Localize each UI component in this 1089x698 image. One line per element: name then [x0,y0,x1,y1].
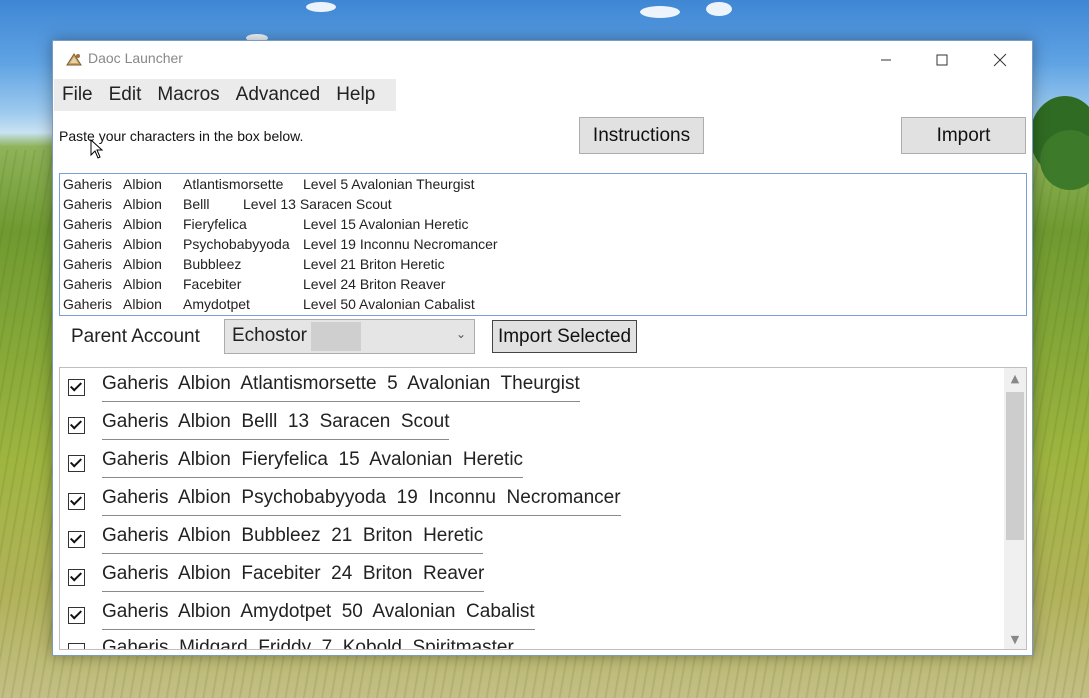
list-item[interactable]: Gaheris Albion Amydotpet 50 Avalonian Ca… [68,596,535,634]
parent-account-dropdown[interactable]: Echostor ⌄ [224,319,475,354]
character-entry: Gaheris Albion Bubbleez 21 Briton Hereti… [102,525,484,554]
character-entry: Gaheris Albion Atlantismorsette 5 Avalon… [102,373,580,402]
vertical-scrollbar[interactable]: ▲ ▼ [1004,368,1026,649]
checkbox-checked[interactable] [68,454,85,472]
checkbox-checked[interactable] [68,378,85,396]
wallpaper-cloud [306,2,336,12]
checkbox-checked[interactable] [68,568,85,586]
redacted-text-block [311,322,361,351]
scroll-down-arrow-icon[interactable]: ▼ [1004,629,1026,649]
checkbox-checked[interactable] [68,530,85,548]
close-button[interactable] [977,41,1023,78]
paste-line: Gaheris Albion Fieryfelica Level 15 Avaloni… [63,216,469,232]
list-item[interactable]: Gaheris Midgard Friddy 7 Kobold Spiritma… [68,632,514,650]
mouse-cursor-icon [90,139,104,159]
menu-edit[interactable]: Edit [101,79,150,111]
import-selected-button[interactable]: Import Selected [492,320,637,353]
scrollbar-thumb[interactable] [1006,392,1024,540]
app-logo-icon [66,53,82,66]
list-item[interactable]: Gaheris Albion Belll 13 Saracen Scout [68,406,450,444]
paste-line: Gaheris Albion Belll Level 13 Saracen Scout [63,196,392,212]
instructions-button[interactable]: Instructions [579,117,704,154]
minimize-button[interactable] [863,41,909,78]
list-item[interactable]: Gaheris Albion Facebiter 24 Briton Reave… [68,558,485,596]
character-entry: Gaheris Albion Psychobabyyoda 19 Inconnu… [102,487,621,516]
paste-textarea[interactable]: Gaheris Albion Atlantismorsette Level 5 Ava… [59,173,1027,316]
menu-bar: File Edit Macros Advanced Help [54,79,396,111]
wallpaper-cloud [640,6,680,18]
character-entry: Gaheris Albion Facebiter 24 Briton Reave… [102,563,485,592]
checkbox-checked[interactable] [68,606,85,624]
paste-line: Gaheris Albion Facebiter Level 24 Briton Re… [63,276,446,292]
scroll-up-arrow-icon[interactable]: ▲ [1004,368,1026,388]
menu-file[interactable]: File [54,79,101,111]
list-item[interactable]: Gaheris Albion Psychobabyyoda 19 Inconnu… [68,482,621,520]
parent-account-label: Parent Account [71,326,200,347]
paste-line: Gaheris Albion Bubbleez Level 21 Briton Her… [63,256,445,272]
app-window: Daoc Launcher File Edit Macros Advanced … [52,40,1033,656]
maximize-icon [936,54,948,65]
list-item[interactable]: Gaheris Albion Bubbleez 21 Briton Hereti… [68,520,484,558]
import-button[interactable]: Import [901,117,1026,154]
checkbox-checked[interactable] [68,492,85,510]
menu-advanced[interactable]: Advanced [228,79,329,111]
list-item[interactable]: Gaheris Albion Fieryfelica 15 Avalonian … [68,444,524,482]
minimize-icon [881,59,891,60]
checkbox[interactable] [68,642,85,649]
title-bar[interactable]: Daoc Launcher [53,41,1032,78]
chevron-down-icon: ⌄ [455,327,466,341]
window-title: Daoc Launcher [88,50,183,66]
list-item[interactable]: Gaheris Albion Atlantismorsette 5 Avalon… [68,368,580,406]
wallpaper-cloud [706,2,732,16]
character-entry: Gaheris Midgard Friddy 7 Kobold Spiritma… [102,637,514,650]
character-entry: Gaheris Albion Amydotpet 50 Avalonian Ca… [102,601,535,630]
paste-line: Gaheris Albion Atlantismorsette Level 5 Ava… [63,176,475,192]
paste-line: Gaheris Albion Psychobabyyoda Level 19 Inco… [63,236,498,252]
menu-help[interactable]: Help [328,79,383,111]
checkbox-checked[interactable] [68,416,85,434]
paste-line: Gaheris Albion Amydotpet Level 50 Avalonian… [63,296,475,312]
close-icon [993,53,1007,66]
character-entry: Gaheris Albion Belll 13 Saracen Scout [102,411,450,440]
menu-macros[interactable]: Macros [149,79,227,111]
maximize-button[interactable] [919,41,965,78]
character-checklist[interactable]: Gaheris Albion Atlantismorsette 5 Avalon… [59,367,1027,650]
character-entry: Gaheris Albion Fieryfelica 15 Avalonian … [102,449,524,478]
parent-account-value: Echostor [232,325,307,346]
